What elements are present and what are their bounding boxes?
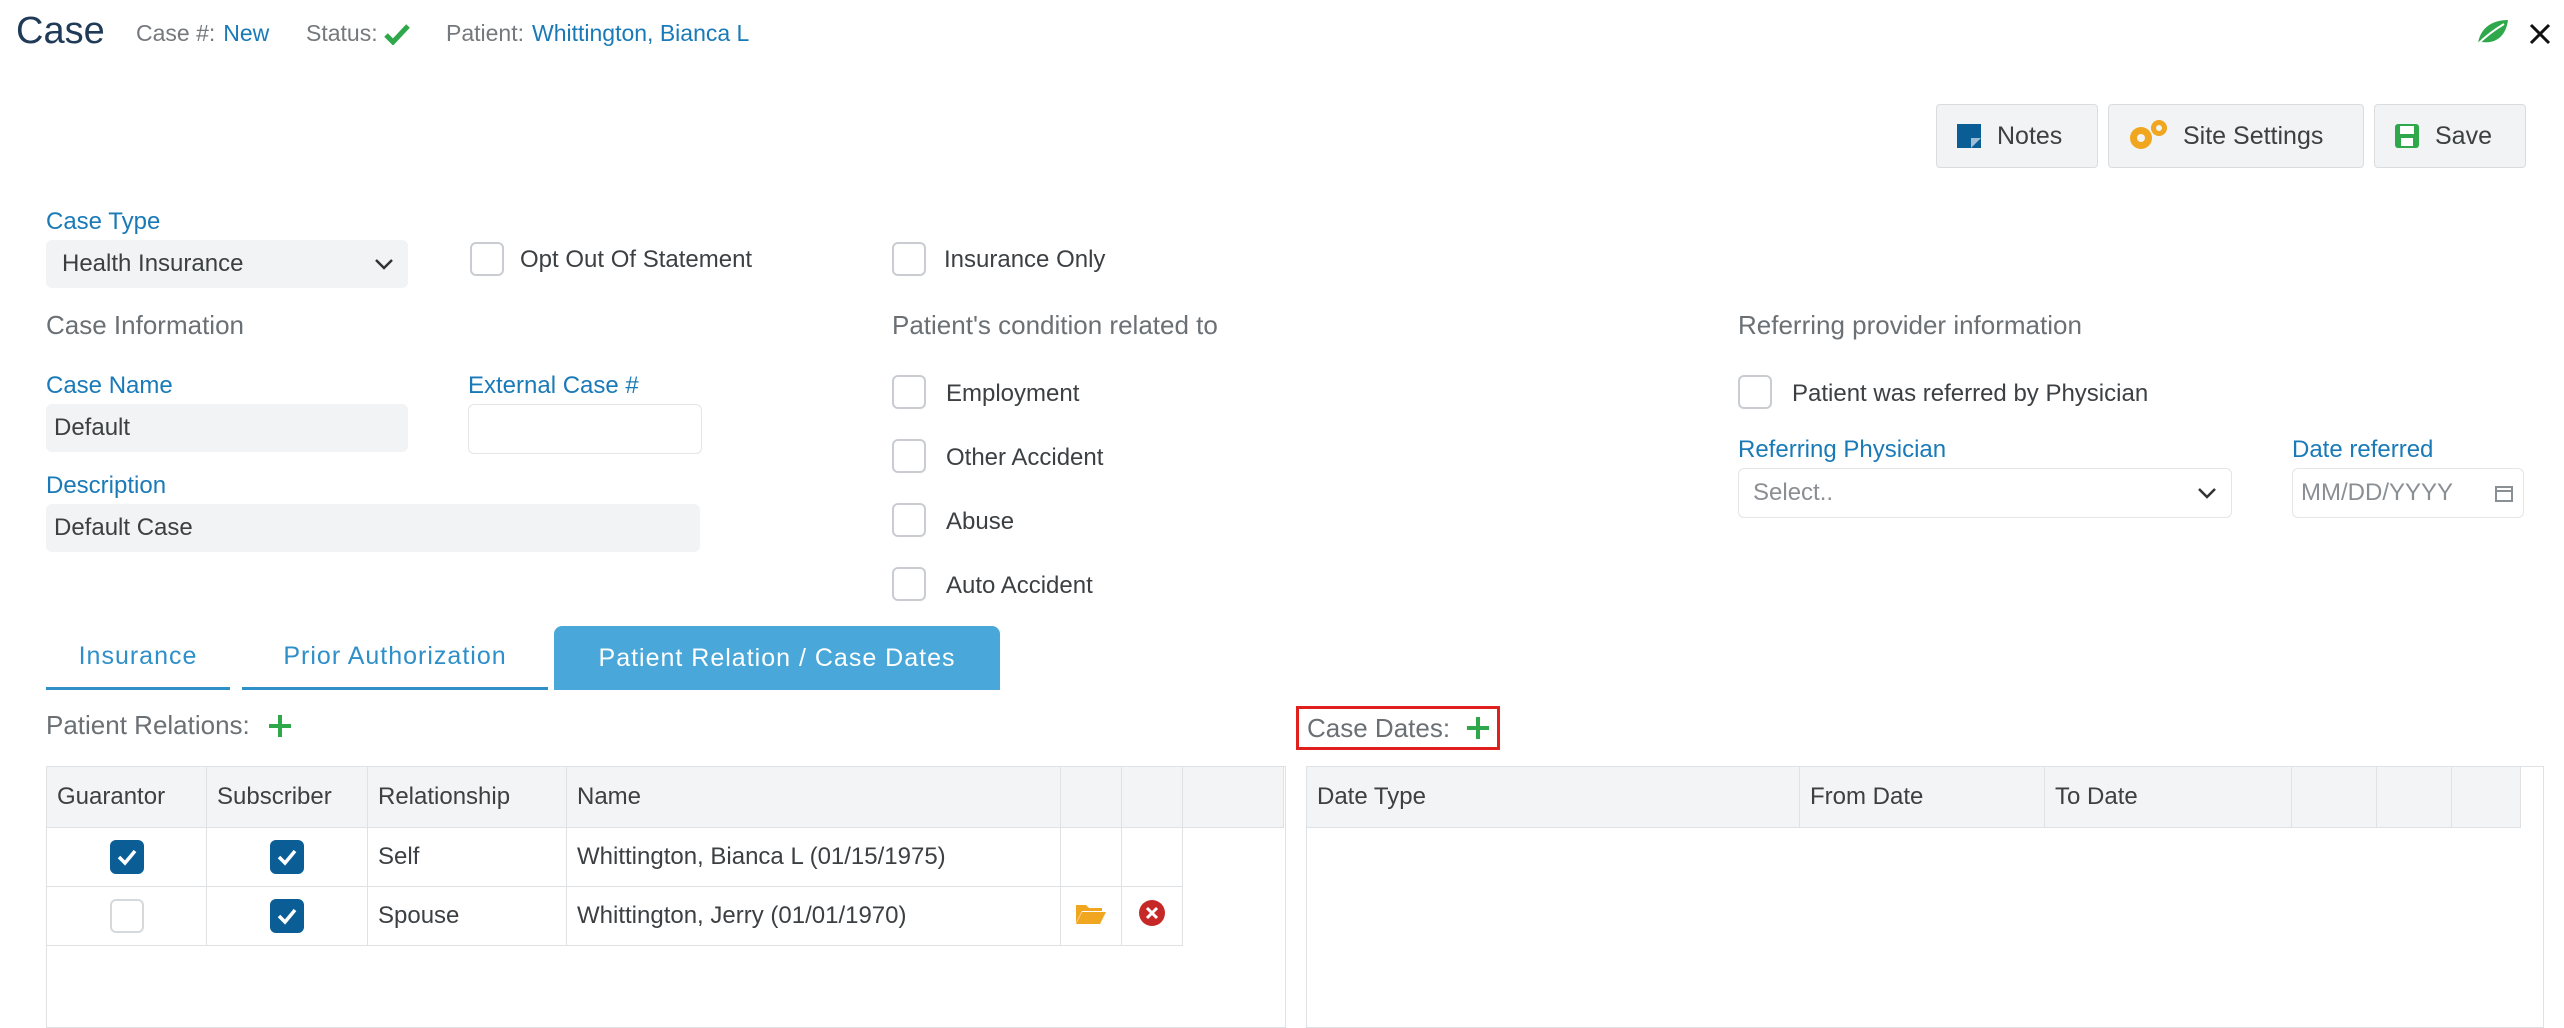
patient: Patient: Whittington, Bianca L: [446, 20, 750, 47]
save-icon: [2395, 124, 2419, 148]
gears-icon: [2130, 120, 2167, 149]
auto-accident-checkbox[interactable]: [892, 567, 926, 601]
date-referred-input[interactable]: MM/DD/YYYY: [2292, 468, 2524, 518]
calendar-icon[interactable]: [2495, 484, 2513, 502]
other-accident-label: Other Accident: [946, 444, 1104, 471]
col-blank-2: [1121, 766, 1183, 828]
table-header-row: Guarantor Subscriber Relationship Name: [46, 766, 1284, 828]
abuse-checkbox[interactable]: [892, 503, 926, 537]
date-referred-label: Date referred: [2292, 436, 2434, 463]
folder-open-icon[interactable]: [1075, 901, 1107, 925]
referred-label: Patient was referred by Physician: [1792, 380, 2149, 407]
check-icon: [383, 23, 410, 45]
check-icon: [277, 849, 297, 866]
col-guarantor[interactable]: Guarantor: [46, 766, 207, 828]
table-row: Self Whittington, Bianca L (01/15/1975): [46, 827, 1284, 887]
col-subscriber[interactable]: Subscriber: [206, 766, 368, 828]
page-title: Case: [16, 10, 105, 52]
employment-label: Employment: [946, 380, 1080, 407]
case-type-label: Case Type: [46, 208, 161, 235]
case-number: Case #: New: [136, 20, 270, 46]
table-row: Spouse Whittington, Jerry (01/01/1970): [46, 886, 1284, 946]
col-blank-1: [1060, 766, 1122, 828]
chevron-down-icon: [375, 259, 393, 270]
col-date-type[interactable]: Date Type: [1306, 766, 1800, 828]
check-icon: [277, 908, 297, 925]
col-name[interactable]: Name: [566, 766, 1061, 828]
insurance-only-checkbox[interactable]: [892, 242, 926, 276]
relationship-cell: Self: [367, 827, 567, 887]
name-cell: Whittington, Bianca L (01/15/1975): [566, 827, 1061, 887]
save-button[interactable]: Save: [2374, 104, 2526, 168]
col-blank-1: [2291, 766, 2377, 828]
insurance-only-label: Insurance Only: [944, 246, 1106, 273]
name-cell: Whittington, Jerry (01/01/1970): [566, 886, 1061, 946]
table-header-row: Date Type From Date To Date: [1306, 766, 2521, 828]
delete-icon[interactable]: [1138, 899, 1166, 927]
opt-out-label: Opt Out Of Statement: [520, 246, 753, 273]
note-icon: [1957, 124, 1981, 148]
auto-accident-label: Auto Accident: [946, 572, 1093, 599]
other-accident-checkbox[interactable]: [892, 439, 926, 473]
close-icon[interactable]: [2528, 22, 2552, 46]
case-dates-header: Case Dates:: [1296, 706, 1500, 750]
external-case-input[interactable]: [468, 404, 702, 454]
relationship-cell: Spouse: [367, 886, 567, 946]
description-input[interactable]: Default Case: [46, 504, 700, 552]
tab-prior-authorization[interactable]: Prior Authorization: [242, 626, 548, 690]
subscriber-checkbox[interactable]: [270, 840, 304, 874]
opt-out-checkbox[interactable]: [470, 242, 504, 276]
condition-heading: Patient's condition related to: [892, 310, 1218, 340]
tab-patient-relation-case-dates[interactable]: Patient Relation / Case Dates: [554, 626, 1000, 690]
patient-relations-header: Patient Relations:: [46, 710, 292, 741]
case-name-label: Case Name: [46, 372, 173, 399]
site-settings-button[interactable]: Site Settings: [2108, 104, 2364, 168]
leaf-icon: [2477, 20, 2508, 45]
abuse-label: Abuse: [946, 508, 1015, 535]
add-icon[interactable]: [1466, 716, 1490, 740]
external-case-label: External Case #: [468, 372, 639, 399]
col-blank-3: [2451, 766, 2521, 828]
referring-physician-select[interactable]: Select..: [1738, 468, 2232, 518]
col-from-date[interactable]: From Date: [1799, 766, 2045, 828]
patient-link[interactable]: Whittington, Bianca L: [532, 20, 749, 47]
referred-checkbox[interactable]: [1738, 375, 1772, 409]
col-blank-2: [2376, 766, 2452, 828]
status: Status:: [306, 20, 410, 47]
case-type-select[interactable]: Health Insurance: [46, 240, 408, 288]
guarantor-checkbox[interactable]: [109, 840, 144, 874]
patient-relations-table: Guarantor Subscriber Relationship Name S…: [46, 766, 1284, 946]
notes-button[interactable]: Notes: [1936, 104, 2098, 168]
col-relationship[interactable]: Relationship: [367, 766, 567, 828]
case-dates-table: Date Type From Date To Date: [1306, 766, 2521, 828]
check-icon: [117, 849, 136, 866]
case-information-heading: Case Information: [46, 310, 244, 340]
chevron-down-icon: [2198, 488, 2216, 499]
col-to-date[interactable]: To Date: [2044, 766, 2292, 828]
col-blank-3: [1182, 766, 1284, 828]
referring-heading: Referring provider information: [1738, 310, 2082, 340]
referring-physician-label: Referring Physician: [1738, 436, 1947, 463]
case-name-input[interactable]: Default: [46, 404, 408, 452]
add-icon[interactable]: [268, 714, 292, 738]
description-label: Description: [46, 472, 167, 499]
guarantor-checkbox[interactable]: [109, 899, 144, 933]
employment-checkbox[interactable]: [892, 375, 926, 409]
subscriber-checkbox[interactable]: [270, 899, 304, 933]
tab-insurance[interactable]: Insurance: [46, 626, 230, 690]
